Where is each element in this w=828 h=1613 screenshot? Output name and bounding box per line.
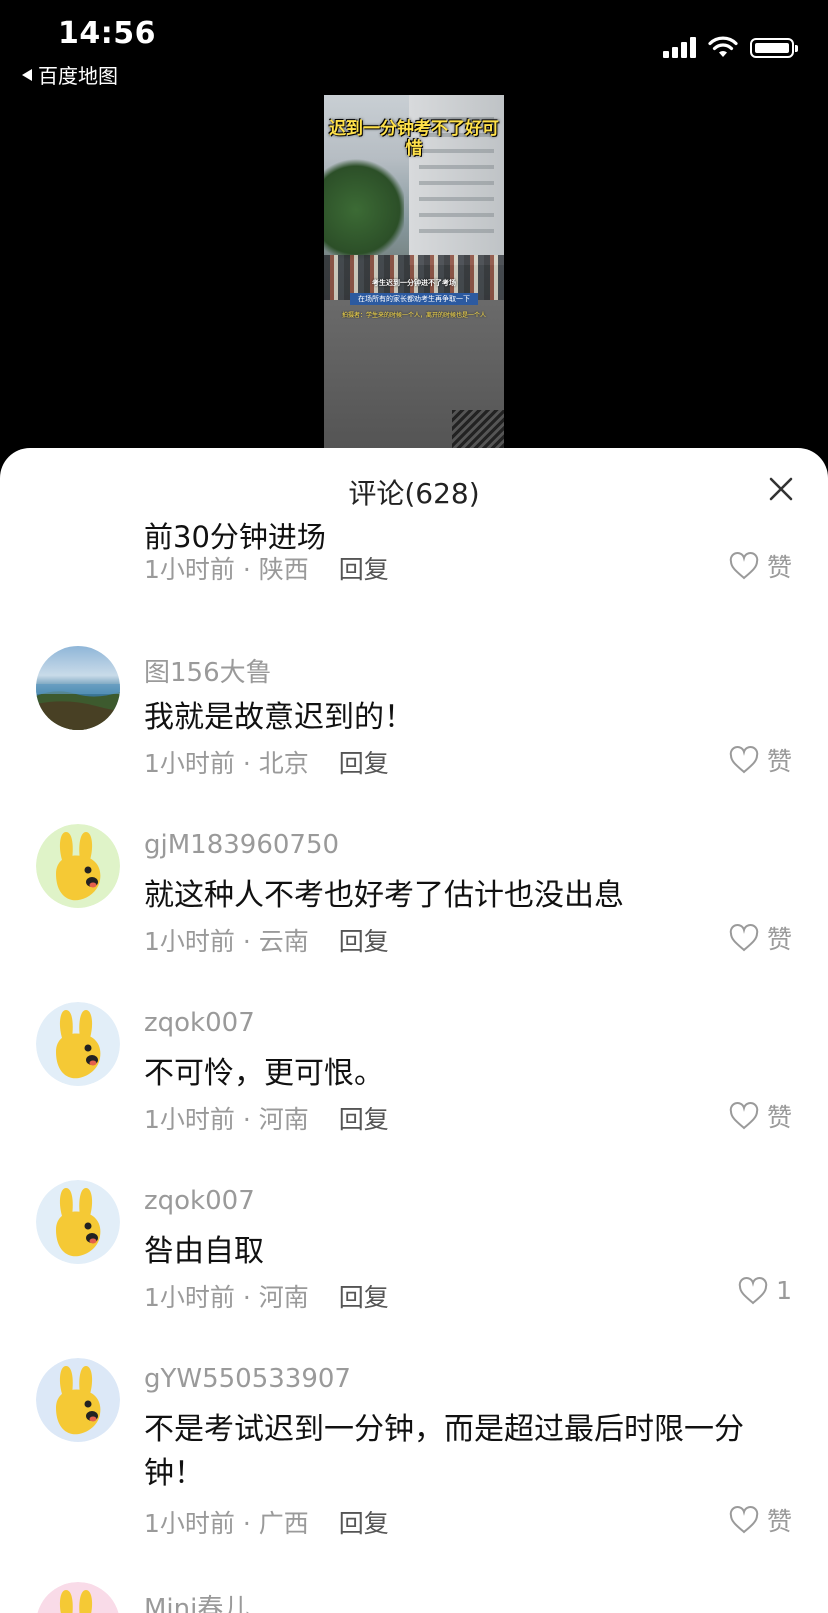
video-caption-1: 考生迟到一分钟进不了考场 (372, 279, 456, 287)
avatar[interactable] (36, 824, 120, 908)
reply-button[interactable]: 回复 (339, 1105, 389, 1134)
like-button[interactable]: 赞 (729, 920, 792, 956)
back-app-label: 百度地图 (38, 64, 118, 88)
comment-text: 就这种人不考也好考了估计也没出息 (144, 878, 624, 913)
like-button[interactable]: 赞 (729, 742, 792, 778)
heart-icon (729, 1506, 759, 1534)
comment-meta: 1小时前 · 北京 回复 (144, 744, 389, 780)
heart-icon (729, 746, 759, 774)
comment-meta: 1小时前 · 陕西 回复 (144, 550, 389, 586)
cellular-signal-icon (663, 36, 696, 58)
comment-time-location: 1小时前 · 河南 (144, 1105, 309, 1134)
avatar[interactable] (36, 1582, 120, 1613)
comment-meta: 1小时前 · 河南 回复 (144, 1100, 389, 1136)
like-count: 1 (776, 1276, 792, 1305)
close-icon[interactable] (768, 476, 794, 502)
comment-time-location: 1小时前 · 陕西 (144, 555, 309, 584)
heart-icon (729, 924, 759, 952)
bunny-avatar-icon (36, 824, 120, 908)
landscape-avatar-image (36, 684, 120, 730)
video-caption-2: 在场所有的家长都劝考生再争取一下 (350, 293, 478, 305)
bunny-avatar-icon (36, 1180, 120, 1264)
comment-time-location: 1小时前 · 云南 (144, 927, 309, 956)
comments-header: 评论(628) (0, 448, 828, 528)
comment-meta: 1小时前 · 河南 回复 (144, 1278, 389, 1314)
comment-text: 咎由自取 (144, 1234, 264, 1269)
like-button[interactable]: 赞 (729, 1098, 792, 1134)
reply-button[interactable]: 回复 (339, 555, 389, 584)
heart-icon (738, 1276, 768, 1304)
video-drain-grate (452, 410, 504, 450)
like-label: 赞 (766, 925, 792, 954)
avatar[interactable] (36, 1358, 120, 1442)
bunny-avatar-icon (37, 1582, 119, 1613)
comment-text: 不可怜，更可恨。 (144, 1056, 384, 1091)
avatar[interactable] (36, 1002, 120, 1086)
comments-sheet: 评论(628) 前30分钟进场 1小时前 · 陕西 回复 赞 图156大鲁 我就… (0, 448, 828, 1613)
back-arrow-icon (22, 68, 32, 81)
comment-username[interactable]: Mini春儿 (144, 1588, 249, 1613)
status-icons (663, 36, 798, 58)
comments-title: 评论(628) (348, 477, 480, 510)
comment-meta: 1小时前 · 云南 回复 (144, 922, 389, 958)
reply-button[interactable]: 回复 (339, 749, 389, 778)
like-label: 赞 (766, 1103, 792, 1132)
comment-username[interactable]: 图156大鲁 (144, 652, 272, 689)
bunny-avatar-icon (36, 1002, 120, 1086)
battery-icon (750, 38, 798, 58)
video-title-caption: 迟到一分钟考不了好可惜 (329, 119, 499, 159)
comment-username[interactable]: zqok007 (144, 1008, 255, 1038)
wifi-icon (708, 36, 738, 57)
back-to-app-button[interactable]: 百度地图 (22, 60, 118, 89)
video-caption-3: 拍摄者：学生来的时候一个人，离开的时候也是一个人 (341, 312, 486, 319)
video-tree (324, 155, 404, 265)
status-time: 14:56 (58, 16, 156, 51)
like-button[interactable]: 1 (738, 1276, 792, 1305)
reply-button[interactable]: 回复 (339, 1283, 389, 1312)
status-bar: 14:56 百度地图 (0, 0, 828, 95)
comment-meta: 1小时前 · 广西 回复 (144, 1504, 389, 1540)
comment-time-location: 1小时前 · 广西 (144, 1509, 309, 1538)
avatar[interactable] (36, 646, 120, 730)
bunny-avatar-icon (36, 1358, 120, 1442)
avatar[interactable] (36, 1180, 120, 1264)
video-thumbnail[interactable]: 迟到一分钟考不了好可惜 考生迟到一分钟进不了考场 在场所有的家长都劝考生再争取一… (324, 95, 504, 450)
heart-icon (729, 552, 759, 580)
heart-icon (729, 1102, 759, 1130)
like-button[interactable]: 赞 (729, 548, 792, 584)
comment-username[interactable]: gYW550533907 (144, 1364, 351, 1394)
comment-text: 我就是故意迟到的！ (144, 700, 414, 735)
like-button[interactable]: 赞 (729, 1502, 792, 1538)
like-label: 赞 (766, 553, 792, 582)
comment-username[interactable]: gjM183960750 (144, 830, 339, 860)
like-label: 赞 (766, 747, 792, 776)
reply-button[interactable]: 回复 (339, 1509, 389, 1538)
comment-username[interactable]: zqok007 (144, 1186, 255, 1216)
comment-time-location: 1小时前 · 北京 (144, 749, 309, 778)
like-label: 赞 (766, 1507, 792, 1536)
comment-text: 不是考试迟到一分钟，而是超过最后时限一分钟！ (144, 1412, 744, 1491)
comment-time-location: 1小时前 · 河南 (144, 1283, 309, 1312)
reply-button[interactable]: 回复 (339, 927, 389, 956)
